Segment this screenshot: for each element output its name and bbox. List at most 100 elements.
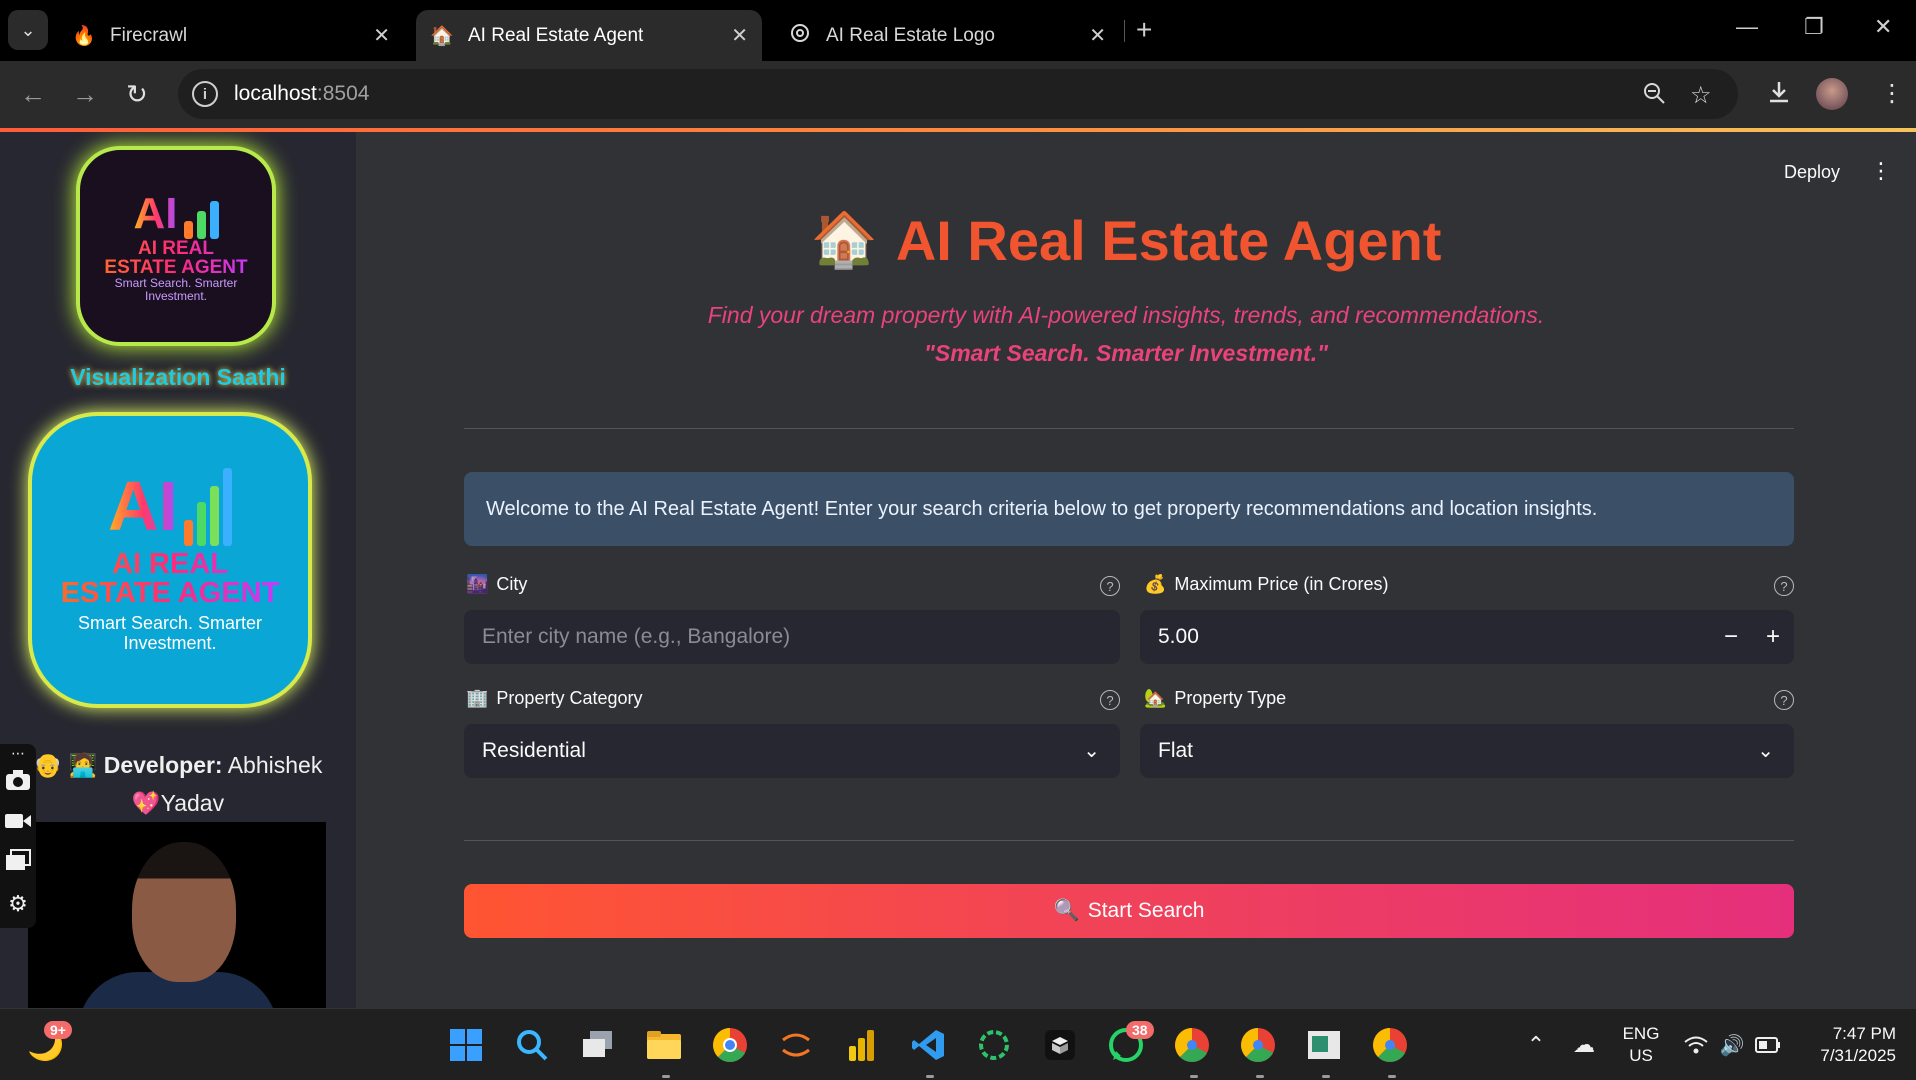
- url-port: :8504: [316, 82, 370, 105]
- new-tab-icon[interactable]: +: [1136, 14, 1152, 46]
- onedrive-icon[interactable]: ☁: [1564, 1025, 1604, 1065]
- power-bi-icon[interactable]: [842, 1025, 882, 1065]
- city-input-placeholder: Enter city name (e.g., Bangalore): [482, 625, 791, 648]
- tab-search-button[interactable]: ⌄: [8, 10, 48, 50]
- cityscape-icon: 🌆: [466, 574, 489, 594]
- vscode-icon[interactable]: [908, 1025, 948, 1065]
- task-view-icon[interactable]: [578, 1025, 618, 1065]
- developer-name: Abhishek: [227, 752, 323, 778]
- window-close-icon[interactable]: ✕: [1874, 14, 1892, 40]
- tab-title: AI Real Estate Agent: [468, 24, 644, 46]
- deploy-button[interactable]: Deploy: [1784, 162, 1840, 183]
- max-price-stepper: − +: [1710, 610, 1794, 664]
- app-menu-icon[interactable]: ⋮: [1870, 158, 1892, 184]
- gallery-icon[interactable]: [5, 844, 31, 884]
- main-content: Deploy ⋮ 🏠 AI Real Estate Agent Find your…: [356, 132, 1916, 1008]
- bookmark-star-icon[interactable]: ☆: [1690, 81, 1712, 110]
- chrome-profile-2-icon[interactable]: [1238, 1025, 1278, 1065]
- whatsapp-badge: 38: [1126, 1021, 1154, 1039]
- max-price-input[interactable]: 5.00 − +: [1140, 610, 1794, 664]
- chevron-down-icon[interactable]: ⌄: [1083, 738, 1100, 763]
- house-icon: 🏠: [430, 25, 454, 47]
- file-explorer-icon[interactable]: [644, 1025, 684, 1065]
- page-title-text: AI Real Estate Agent: [895, 209, 1442, 272]
- tab-separator: [1124, 20, 1125, 42]
- money-bag-icon: 💰: [1144, 574, 1167, 594]
- clock[interactable]: 7:47 PM 7/31/2025: [1800, 1023, 1896, 1067]
- help-icon[interactable]: ?: [1100, 690, 1120, 710]
- property-type-select[interactable]: Flat ⌄: [1140, 724, 1794, 778]
- logo-ai-text: AI: [108, 467, 178, 546]
- property-type-label: 🏡 Property Type: [1144, 688, 1286, 709]
- running-indicator: [1256, 1075, 1264, 1078]
- magnifier-icon: 🔍: [1053, 899, 1080, 922]
- property-type-value: Flat: [1158, 739, 1194, 762]
- site-info-icon[interactable]: i: [192, 81, 218, 107]
- windows-taskbar: 🌙 9+ 38 ⌃ ☁ ENG US 🔊 7:47 PM 7/31/2025: [0, 1008, 1916, 1080]
- running-indicator: [662, 1075, 670, 1078]
- zoom-icon[interactable]: [1642, 81, 1666, 112]
- city-label: 🌆 City: [466, 574, 527, 595]
- tab-title: Firecrawl: [110, 24, 188, 46]
- running-indicator: [1322, 1075, 1330, 1078]
- chevron-up-icon[interactable]: ⌃: [1516, 1025, 1556, 1065]
- wifi-icon[interactable]: [1676, 1025, 1716, 1065]
- loading-app-icon[interactable]: [974, 1025, 1014, 1065]
- minimize-icon[interactable]: —: [1736, 14, 1758, 40]
- help-icon[interactable]: ?: [1774, 690, 1794, 710]
- chevron-down-icon[interactable]: ⌄: [1757, 738, 1774, 763]
- start-search-button[interactable]: 🔍 Start Search: [464, 884, 1794, 938]
- volume-icon[interactable]: 🔊: [1712, 1025, 1752, 1065]
- camera-icon[interactable]: [5, 764, 31, 804]
- help-icon[interactable]: ?: [1100, 576, 1120, 596]
- back-icon[interactable]: ←: [20, 79, 46, 110]
- settings-gear-icon[interactable]: ⚙: [8, 884, 28, 924]
- chrome-icon[interactable]: [710, 1025, 750, 1065]
- chrome-profile-3-icon[interactable]: [1370, 1025, 1410, 1065]
- restore-icon[interactable]: ❐: [1804, 14, 1824, 40]
- address-bar[interactable]: i localhost:8504 ☆: [178, 69, 1738, 119]
- close-icon[interactable]: ✕: [1089, 23, 1106, 48]
- language-indicator[interactable]: ENG US: [1616, 1023, 1666, 1067]
- property-category-value: Residential: [482, 739, 586, 762]
- start-icon[interactable]: [446, 1025, 486, 1065]
- image-viewer-icon[interactable]: [1304, 1025, 1344, 1065]
- page-tagline: "Smart Search. Smarter Investment.": [923, 340, 1329, 366]
- tab-ai-real-estate-logo[interactable]: AI Real Estate Logo ✕: [774, 10, 1120, 61]
- browser-menu-icon[interactable]: ⋮: [1880, 79, 1904, 108]
- property-category-label-text: Property Category: [496, 688, 643, 708]
- divider: [464, 840, 1794, 841]
- max-price-value: 5.00: [1158, 625, 1199, 648]
- battery-icon[interactable]: [1748, 1025, 1788, 1065]
- page-subtitle: Find your dream property with AI-powered…: [707, 302, 1545, 328]
- url-text[interactable]: localhost:8504: [234, 82, 369, 106]
- help-icon[interactable]: ?: [1774, 576, 1794, 596]
- city-label-text: City: [496, 574, 528, 594]
- recorder-more-icon[interactable]: ⋯: [11, 746, 25, 764]
- start-search-label: Start Search: [1087, 899, 1205, 922]
- close-icon[interactable]: ✕: [373, 23, 390, 48]
- profile-avatar[interactable]: [1816, 78, 1848, 110]
- reload-icon[interactable]: ↻: [126, 79, 148, 110]
- screen-recorder-toolbar: ⋯ ⚙: [0, 744, 36, 928]
- info-alert: Welcome to the AI Real Estate Agent! Ent…: [464, 472, 1794, 546]
- city-input[interactable]: Enter city name (e.g., Bangalore): [464, 610, 1120, 664]
- property-category-label: 🏢 Property Category: [466, 688, 643, 709]
- property-category-select[interactable]: Residential ⌄: [464, 724, 1120, 778]
- heart-icon: 💖: [131, 790, 161, 816]
- increment-button[interactable]: +: [1752, 623, 1794, 651]
- decrement-button[interactable]: −: [1710, 623, 1752, 651]
- close-icon[interactable]: ✕: [731, 23, 748, 48]
- search-icon[interactable]: [512, 1025, 552, 1065]
- download-icon[interactable]: [1766, 79, 1792, 112]
- sidebar: AI AI REAL ESTATE AGENT Smart Search. Sm…: [0, 132, 356, 1008]
- bar-chart-icon: [184, 468, 232, 547]
- terminal-app-icon[interactable]: [1040, 1025, 1080, 1065]
- forward-icon[interactable]: →: [72, 79, 98, 110]
- chrome-profile-1-icon[interactable]: [1172, 1025, 1212, 1065]
- jupyter-icon[interactable]: [776, 1025, 816, 1065]
- tab-title: AI Real Estate Logo: [826, 24, 995, 46]
- tab-ai-real-estate-agent[interactable]: 🏠 AI Real Estate Agent ✕: [416, 10, 762, 61]
- video-camera-icon[interactable]: [4, 804, 32, 844]
- tab-firecrawl[interactable]: 🔥 Firecrawl ✕: [58, 10, 404, 61]
